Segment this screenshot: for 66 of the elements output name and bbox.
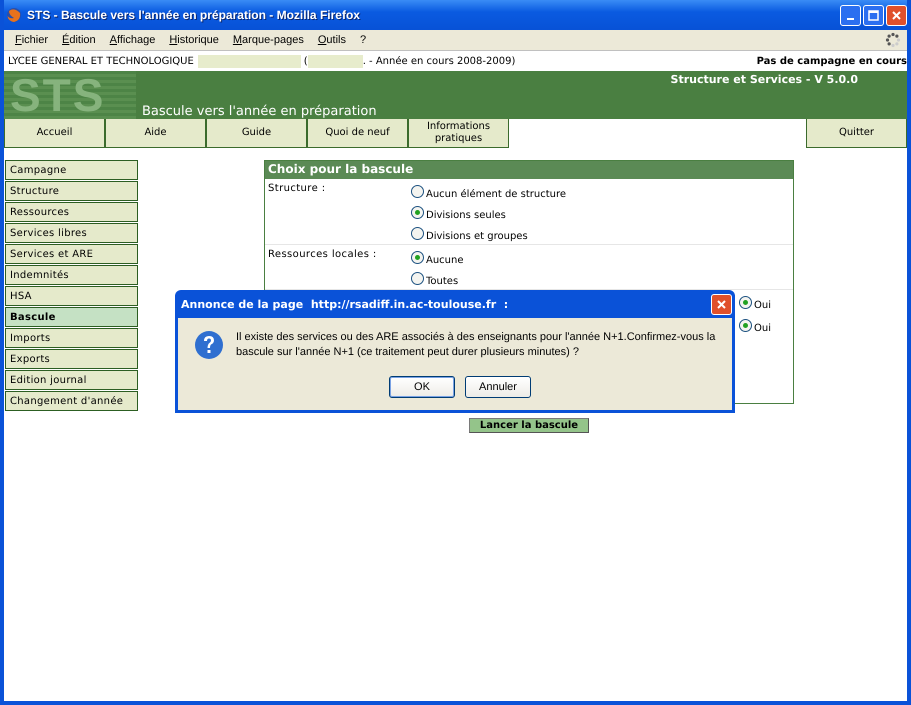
menu-item[interactable]: Historique: [162, 34, 226, 46]
radio-label: Divisions et groupes: [426, 231, 528, 242]
nav-tab[interactable]: Accueil: [4, 119, 105, 148]
radio-label: Oui: [754, 300, 771, 311]
field-label: Ressources locales :: [268, 249, 377, 260]
redacted-block: [308, 54, 363, 68]
radio-button[interactable]: [411, 272, 424, 285]
menu-item[interactable]: Fichier: [8, 34, 56, 46]
sidebar-item[interactable]: Indemnités: [5, 265, 138, 285]
menu-item[interactable]: Affichage: [102, 34, 162, 46]
close-icon: [891, 10, 902, 20]
sidebar-item[interactable]: Services libres: [5, 223, 138, 243]
form-title: Choix pour la bascule: [265, 161, 793, 179]
sidebar-item[interactable]: Bascule: [5, 307, 138, 327]
sidebar-item[interactable]: Changement d'année: [5, 391, 138, 411]
nav-tab[interactable]: Guide: [206, 119, 307, 148]
firefox-icon: [6, 7, 22, 23]
sidebar-item[interactable]: Edition journal: [5, 370, 138, 390]
radio-label: Divisions seules: [426, 210, 506, 221]
start-button[interactable]: Lancer la bascule: [468, 418, 590, 433]
nav-tab[interactable]: Quoi de neuf: [307, 119, 408, 148]
menu-item[interactable]: Marque-pages: [226, 34, 311, 46]
dialog-button[interactable]: Annuler: [465, 376, 531, 398]
close-icon: [716, 298, 727, 310]
school-name: LYCEE GENERAL ET TECHNOLOGIQUE: [8, 56, 194, 66]
radio-label: Aucun élément de structure: [426, 189, 566, 200]
sidebar-item[interactable]: Services et ARE: [5, 244, 138, 264]
radio-label: Oui: [754, 323, 771, 334]
sidebar-item[interactable]: HSA: [5, 286, 138, 306]
window-title: STS - Bascule vers l'année en préparation - Mozilla Firefox: [27, 8, 361, 22]
dialog-message: Il existe des services ou des ARE associés à des enseignants pour l'année N+1.Confirmez-vous la bascule sur l'année N+1 (ce traitement peut durer plusieurs minutes) ?: [236, 330, 716, 360]
radio-button[interactable]: [411, 185, 424, 198]
question-icon: [194, 330, 224, 360]
quit-tab[interactable]: Quitter: [806, 119, 907, 148]
dialog-title: Annonce de la page http://rsadiff.in.ac-toulouse.fr :: [181, 298, 508, 310]
radio-button[interactable]: [739, 296, 752, 309]
page-title: Bascule vers l'année en préparation: [142, 104, 377, 119]
radio-label: Toutes: [426, 276, 458, 287]
dialog-button[interactable]: OK: [389, 376, 455, 398]
menu-item[interactable]: Édition: [55, 34, 103, 46]
radio-button[interactable]: [411, 206, 424, 219]
menu-item[interactable]: ?: [352, 34, 374, 46]
logo: STS: [4, 71, 136, 119]
field-label: Structure :: [268, 183, 326, 194]
radio-button[interactable]: [739, 319, 752, 332]
maximize-button[interactable]: [863, 4, 884, 26]
nav-tab[interactable]: Aide: [105, 119, 206, 148]
sidebar-item[interactable]: Imports: [5, 328, 138, 348]
radio-button[interactable]: [411, 227, 424, 240]
sidebar-item[interactable]: Ressources: [5, 202, 138, 222]
minimize-icon: [847, 18, 854, 20]
parenthesis: (: [304, 56, 308, 66]
close-button[interactable]: [886, 4, 907, 26]
maximize-icon: [868, 10, 879, 20]
close-button[interactable]: [711, 294, 732, 314]
school-year: . - Année en cours 2008-2009): [362, 56, 516, 66]
sidebar-item[interactable]: Structure: [5, 181, 138, 201]
radio-button[interactable]: [411, 251, 424, 264]
minimize-button[interactable]: [840, 4, 861, 26]
app-version: Structure et Services - V 5.0.0: [670, 73, 858, 86]
nav-tab[interactable]: Informations pratiques: [408, 119, 509, 148]
sidebar-item[interactable]: Exports: [5, 349, 138, 369]
campaign-status: Pas de campagne en cours: [756, 56, 907, 66]
menu-item[interactable]: Outils: [310, 34, 353, 46]
radio-label: Aucune: [426, 255, 464, 266]
sidebar-item[interactable]: Campagne: [5, 160, 138, 180]
